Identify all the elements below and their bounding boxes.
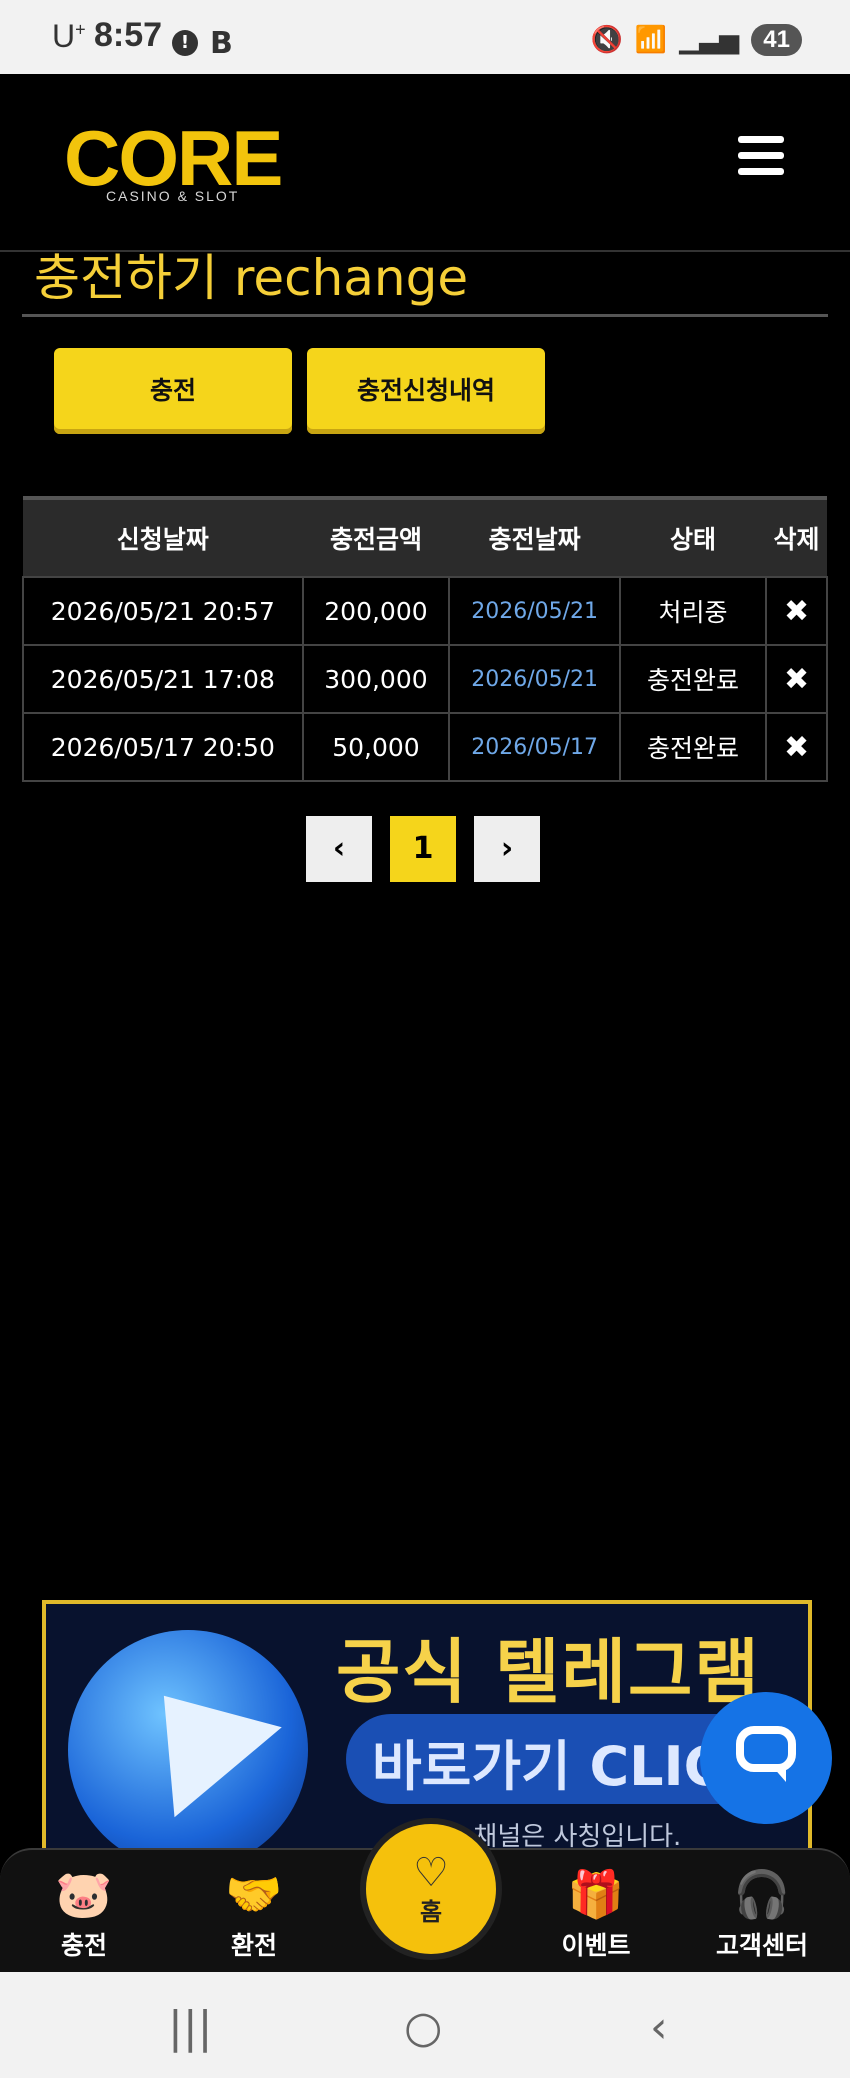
site-header: CORE CASINO & SLOT — [0, 74, 850, 252]
recent-apps-icon[interactable]: ||| — [168, 2002, 212, 2053]
system-nav-bar: ||| ○ ‹ — [0, 1972, 850, 2078]
cell-amount: 50,000 — [301, 712, 451, 782]
home-icon[interactable]: ○ — [404, 2002, 442, 2053]
nav-charge[interactable]: 🐷 충전 — [24, 1866, 144, 1962]
b-app-icon: B — [210, 26, 233, 61]
cell-request-date: 2026/05/21 20:57 — [22, 576, 304, 646]
next-page-button[interactable]: › — [474, 816, 540, 882]
mute-icon: 🔇 — [590, 25, 623, 55]
cell-status: 충전완료 — [618, 712, 768, 782]
charge-tab-button[interactable]: 충전 — [54, 348, 292, 434]
pagination: ‹ 1 › — [306, 816, 540, 882]
alert-icon: ! — [172, 30, 198, 56]
charge-icon: 🐷 — [55, 1867, 113, 1921]
nav-support[interactable]: 🎧 고객센터 — [702, 1866, 822, 1962]
core-logo[interactable]: CORE CASINO & SLOT — [64, 114, 283, 204]
clock: 8:57 — [94, 16, 163, 54]
cell-amount: 200,000 — [301, 576, 451, 646]
exchange-icon: 🤝 — [225, 1867, 283, 1921]
cell-charge-date: 2026/05/17 — [448, 712, 621, 782]
menu-icon[interactable] — [738, 136, 784, 176]
table-header-row: 신청날짜 충전금액 충전날짜 상태 삭제 — [23, 496, 827, 577]
cell-status: 처리중 — [618, 576, 768, 646]
live-chat-button[interactable] — [700, 1692, 832, 1824]
close-icon: ✖ — [783, 729, 810, 765]
delete-button[interactable]: ✖ — [765, 712, 828, 782]
home-heart-icon: ♡ — [413, 1850, 449, 1896]
carrier-label: U+ — [52, 18, 86, 54]
delete-button[interactable]: ✖ — [765, 644, 828, 714]
prev-page-button[interactable]: ‹ — [306, 816, 372, 882]
signal-icon: ▁▃▅ — [679, 25, 740, 55]
header-amount: 충전금액 — [302, 496, 450, 577]
delete-button[interactable]: ✖ — [765, 576, 828, 646]
status-bar: U+ 8:57 ! B 🔇 📶 ▁▃▅ 41 — [0, 0, 850, 74]
back-icon[interactable]: ‹ — [650, 2002, 668, 2053]
charge-history-tab-button[interactable]: 충전신청내역 — [307, 348, 545, 434]
cell-amount: 300,000 — [301, 644, 451, 714]
cell-request-date: 2026/05/17 20:50 — [22, 712, 304, 782]
header-charge-date: 충전날짜 — [449, 496, 620, 577]
chat-icon — [736, 1726, 796, 1772]
wifi-icon: 📶 — [634, 25, 668, 55]
cell-request-date: 2026/05/21 17:08 — [22, 644, 304, 714]
title-divider — [22, 314, 828, 317]
battery-indicator: 41 — [751, 24, 802, 56]
banner-title: 공식 텔레그램 — [336, 1631, 761, 1713]
current-page-button[interactable]: 1 — [390, 816, 456, 882]
page-title: 충전하기 rechange — [34, 249, 469, 307]
charge-history-table: 신청날짜 충전금액 충전날짜 상태 삭제 2026/05/21 20:57 20… — [22, 496, 828, 782]
banner-subtitle: 바로가기 CLIC — [372, 1735, 724, 1798]
nav-event[interactable]: 🎁 이벤트 — [536, 1866, 656, 1962]
header-delete: 삭제 — [766, 496, 827, 577]
close-icon: ✖ — [783, 661, 810, 697]
header-request-date: 신청날짜 — [23, 496, 303, 577]
cell-charge-date: 2026/05/21 — [448, 644, 621, 714]
table-row: 2026/05/21 20:57 200,000 2026/05/21 처리중 … — [22, 576, 828, 646]
close-icon: ✖ — [783, 593, 810, 629]
nav-home-button[interactable]: ♡ 홈 — [360, 1818, 502, 1960]
gift-icon: 🎁 — [567, 1867, 625, 1921]
table-row: 2026/05/17 20:50 50,000 2026/05/17 충전완료 … — [22, 712, 828, 782]
logo-text: CORE — [64, 114, 283, 202]
table-row: 2026/05/21 17:08 300,000 2026/05/21 충전완료… — [22, 644, 828, 714]
cell-status: 충전완료 — [618, 644, 768, 714]
cell-charge-date: 2026/05/21 — [448, 576, 621, 646]
support-icon: 🎧 — [733, 1867, 791, 1921]
nav-exchange[interactable]: 🤝 환전 — [194, 1866, 314, 1962]
header-status: 상태 — [619, 496, 767, 577]
